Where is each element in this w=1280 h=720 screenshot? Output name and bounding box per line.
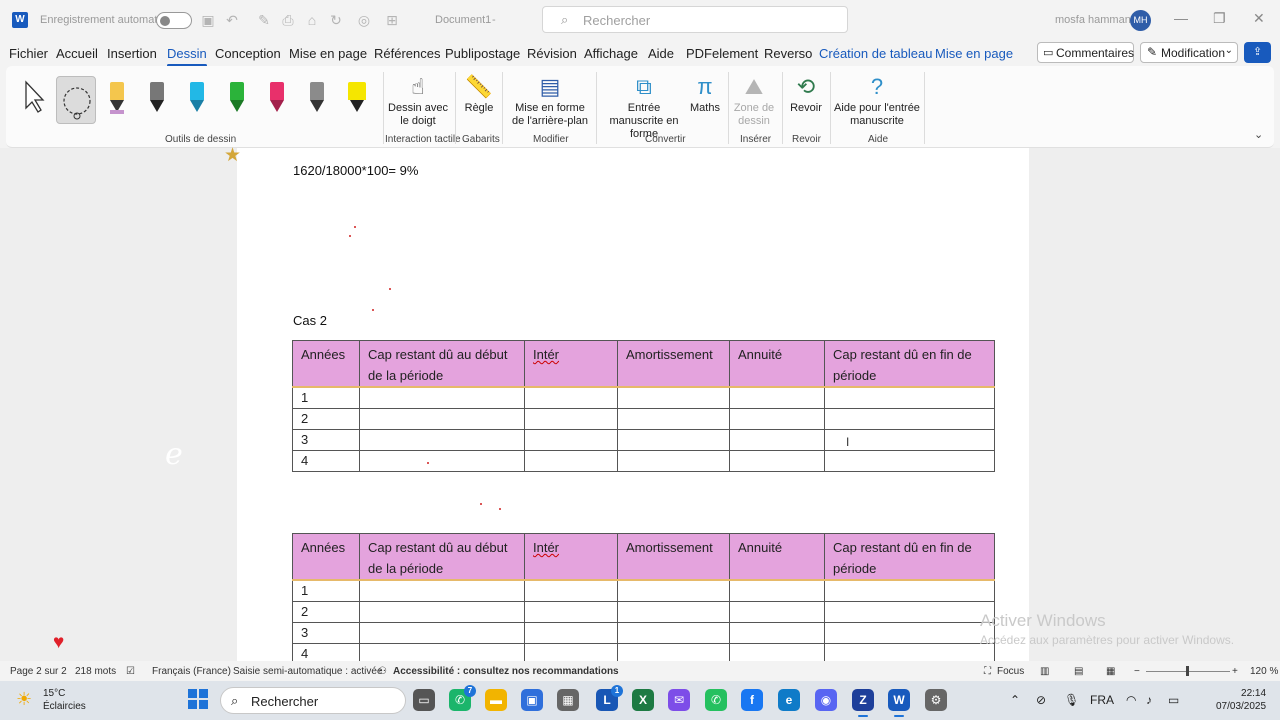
focus-icon: ⛶ <box>984 666 991 677</box>
activate-windows-subtitle: Accédez aux paramètres pour activer Wind… <box>980 633 1235 647</box>
table-cell[interactable] <box>359 621 525 644</box>
header-cap-fin[interactable]: Cap restant dû en fin de période <box>824 533 995 581</box>
table-cell[interactable] <box>524 642 618 661</box>
edge-icon[interactable]: e <box>778 689 800 711</box>
zoom-app-icon[interactable]: Z <box>852 689 874 717</box>
header-annees[interactable]: Années <box>292 533 360 581</box>
autocomplete-status[interactable]: Saisie semi-automatique : activée <box>233 666 383 677</box>
table-row: 2 <box>292 600 995 623</box>
table-cell[interactable] <box>617 621 730 644</box>
table-cell[interactable] <box>359 642 525 661</box>
volume-icon[interactable]: ♪ <box>1146 693 1152 707</box>
table-cell[interactable] <box>729 600 825 623</box>
table-cell[interactable] <box>359 579 525 602</box>
chevron-up-icon[interactable]: ⌃ <box>1010 693 1020 707</box>
web-layout-icon[interactable]: ▦ <box>1106 666 1115 677</box>
text-cursor-icon: I <box>846 435 850 449</box>
facebook-icon[interactable]: f <box>741 689 763 711</box>
print-layout-icon[interactable]: ▤ <box>1074 666 1083 677</box>
zoom-in-icon[interactable]: + <box>1232 666 1238 677</box>
focus-button[interactable]: Focus <box>997 666 1024 677</box>
activate-windows-title: Activer Windows <box>980 611 1106 630</box>
whatsapp-badge: 7 <box>464 685 476 697</box>
accessibility-status[interactable]: Accessibilité : consultez nos recommanda… <box>393 666 619 677</box>
header-annuite[interactable]: Annuité <box>729 533 825 581</box>
discord-icon[interactable]: ◉ <box>815 689 837 711</box>
accessibility-icon: ⚇ <box>378 666 387 677</box>
table-row: 1 <box>292 579 995 602</box>
year-cell[interactable]: 3 <box>292 621 360 644</box>
weather-widget[interactable]: 15°C Éclaircies <box>43 687 86 713</box>
table-cell[interactable] <box>524 621 618 644</box>
messenger-icon[interactable]: ✉ <box>668 689 690 711</box>
file-explorer-icon[interactable]: ▬ <box>485 689 507 711</box>
table-cell[interactable] <box>617 579 730 602</box>
word-taskbar-icon[interactable]: W <box>888 689 910 717</box>
teams-icon[interactable]: L1 <box>596 685 623 711</box>
header-cap-debut[interactable]: Cap restant dû au début de la période <box>359 533 525 581</box>
table-cell[interactable] <box>824 600 995 623</box>
proofing-icon[interactable]: ☑ <box>126 666 135 677</box>
weather-icon[interactable]: ☀ <box>16 689 32 710</box>
weather-condition: Éclaircies <box>43 701 86 712</box>
zoom-level[interactable]: 120 % <box>1250 666 1278 677</box>
page-count[interactable]: Page 2 sur 2 <box>10 666 67 677</box>
settings-icon[interactable]: ⚙ <box>925 689 947 711</box>
temperature: 15°C <box>43 688 66 699</box>
taskbar-search-label: Rechercher <box>251 694 319 709</box>
read-mode-icon[interactable]: ▥ <box>1040 666 1049 677</box>
microphone-icon[interactable]: 🎙 <box>1064 693 1079 707</box>
table-cell[interactable] <box>824 621 995 644</box>
input-language[interactable]: FRA <box>1090 693 1114 707</box>
start-button[interactable] <box>188 689 208 709</box>
table-cell[interactable] <box>524 600 618 623</box>
table-2-viewport: Années Cap restant dû au début de la pér… <box>0 0 1280 661</box>
table-cell[interactable] <box>729 579 825 602</box>
taskbar-search[interactable]: ⌕ Rechercher <box>220 687 406 714</box>
task-view-icon[interactable]: ▭ <box>413 689 435 711</box>
battery-icon[interactable]: ▭ <box>1168 693 1179 707</box>
table-cell[interactable] <box>824 579 995 602</box>
zoom-slider-thumb[interactable] <box>1186 666 1189 676</box>
taskbar: ☀ 15°C Éclaircies ⌕ Rechercher ▭ ✆ 7 ▬ ▣ … <box>0 681 1280 720</box>
table-header-row: Années Cap restant dû au début de la pér… <box>292 533 995 581</box>
table-cell[interactable] <box>617 642 730 661</box>
year-cell[interactable]: 4 <box>292 642 360 661</box>
status-bar: Page 2 sur 2 218 mots ☑ Français (France… <box>0 661 1280 681</box>
word-count[interactable]: 218 mots <box>75 666 116 677</box>
header-amortissement[interactable]: Amortissement <box>617 533 730 581</box>
zoom-out-icon[interactable]: − <box>1134 666 1140 677</box>
search-icon: ⌕ <box>231 693 239 708</box>
notification-off-icon[interactable]: ⊘ <box>1036 693 1046 707</box>
calculator-icon[interactable]: ▦ <box>557 689 579 711</box>
table-cell[interactable] <box>524 579 618 602</box>
store-icon[interactable]: ▣ <box>521 689 543 711</box>
table-row: 3 <box>292 621 995 644</box>
table-cell[interactable] <box>824 642 995 661</box>
wifi-icon[interactable]: ◠ <box>1126 693 1136 707</box>
table-cell[interactable] <box>729 621 825 644</box>
table-row: 4 <box>292 642 995 661</box>
language-status[interactable]: Français (France) <box>152 666 231 677</box>
table-cell[interactable] <box>729 642 825 661</box>
table-cell[interactable] <box>617 600 730 623</box>
teams-badge: 1 <box>611 685 623 697</box>
year-cell[interactable]: 1 <box>292 579 360 602</box>
clock-date: 07/03/2025 <box>1216 701 1267 712</box>
table-cell[interactable] <box>359 600 525 623</box>
header-interet[interactable]: Intér <box>524 533 618 581</box>
excel-icon[interactable]: X <box>632 689 654 711</box>
amortization-table-2: Années Cap restant dû au début de la pér… <box>292 533 995 661</box>
year-cell[interactable]: 2 <box>292 600 360 623</box>
whatsapp-icon[interactable]: ✆ <box>705 689 727 711</box>
clock[interactable]: 22:14 07/03/2025 <box>1216 687 1266 713</box>
clock-time: 22:14 <box>1241 688 1267 699</box>
whatsapp-desktop-icon[interactable]: ✆ 7 <box>449 685 476 711</box>
